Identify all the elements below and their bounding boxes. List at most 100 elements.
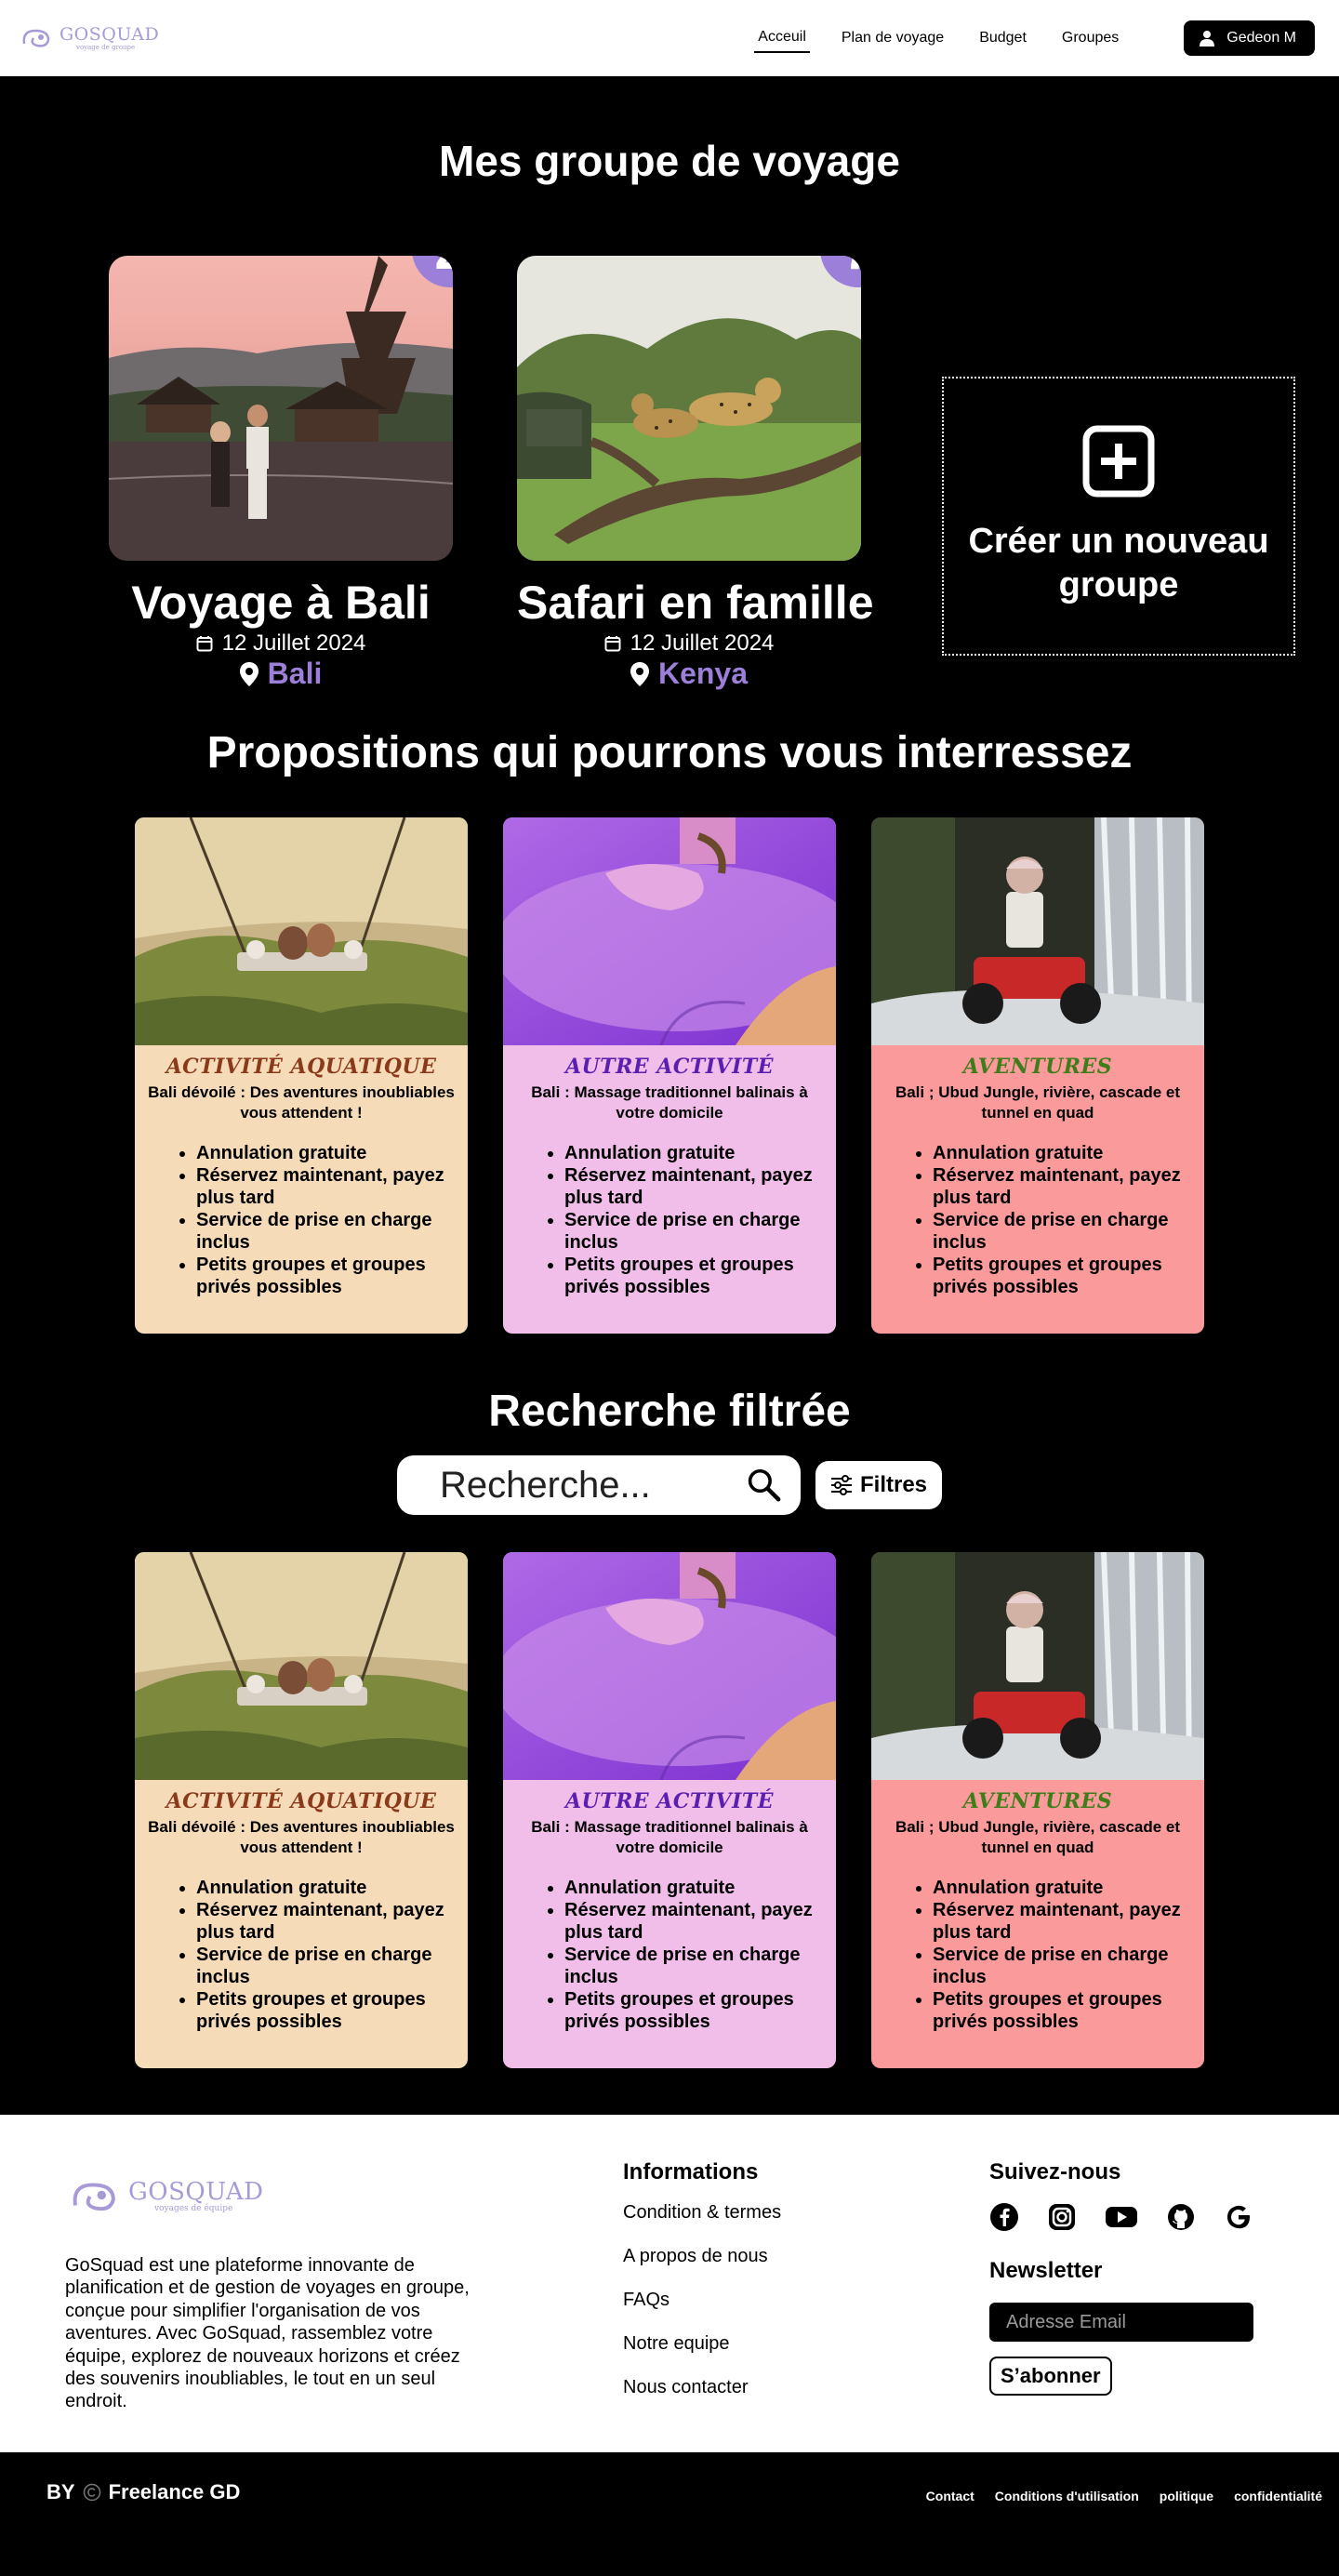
group-date-bali: 12 Juillet 2024 <box>109 631 453 657</box>
feature-item: Petits groupes et groupes privés possibl… <box>564 1988 823 2033</box>
proposal-card-other[interactable]: AUTRE ACTIVITÉ Bali : Massage traditionn… <box>503 817 836 1334</box>
feature-item: Service de prise en charge inclus <box>564 1944 823 1988</box>
feature-item: Réservez maintenant, payez plus tard <box>564 1164 823 1209</box>
feature-item: Annulation gratuite <box>933 1142 1191 1164</box>
subscribe-button[interactable]: S’abonner <box>989 2357 1112 2396</box>
user-name: Gedeon M <box>1226 30 1296 46</box>
group-name-bali: Voyage à Bali <box>131 577 431 629</box>
result-card-adventure[interactable]: AVENTURES Bali ; Ubud Jungle, rivière, c… <box>871 1552 1204 2068</box>
logo-tagline: voyage de groupe <box>76 43 136 51</box>
youtube-icon[interactable] <box>1105 2202 1138 2232</box>
github-icon[interactable] <box>1166 2202 1196 2232</box>
filters-button[interactable]: Filtres <box>815 1461 942 1509</box>
bottom-bar: BY Freelance GD Contact Conditions d'uti… <box>0 2452 1339 2531</box>
user-account-button[interactable]: Gedeon M <box>1184 20 1315 56</box>
proposal-category: AVENTURES <box>962 1055 1113 1079</box>
facebook-icon[interactable] <box>989 2202 1019 2232</box>
nav-links: Acceuil Plan de voyage Budget Groupes <box>754 23 1122 53</box>
footer-link-about[interactable]: A propos de nous <box>623 2246 781 2267</box>
legal-link-terms[interactable]: Conditions d'utilisation <box>995 2489 1139 2503</box>
credit-name: Freelance GD <box>108 2479 241 2503</box>
create-group-button[interactable]: Créer un nouveau groupe <box>942 377 1295 656</box>
proposal-features: Annulation gratuite Réservez maintenant,… <box>139 1142 464 1298</box>
nav-link-acceuil[interactable]: Acceuil <box>754 23 810 53</box>
group-location-bali: Bali <box>109 657 453 691</box>
feature-item: Service de prise en charge inclus <box>196 1209 455 1254</box>
search-icon[interactable] <box>747 1466 782 1505</box>
feature-item: Service de prise en charge inclus <box>933 1209 1191 1254</box>
result-image-massage <box>503 1552 836 1780</box>
result-card-other[interactable]: AUTRE ACTIVITÉ Bali : Massage traditionn… <box>503 1552 836 2068</box>
result-card-aquatic[interactable]: ACTIVITÉ AQUATIQUE Bali dévoilé : Des av… <box>135 1552 468 2068</box>
footer-follow-title: Suivez-nous <box>989 2159 1121 2184</box>
create-group-label: Créer un nouveau groupe <box>968 521 1269 605</box>
result-features: Annulation gratuite Réservez maintenant,… <box>507 1877 832 2033</box>
group-location-kenya: Kenya <box>517 657 861 691</box>
group-date-text: 12 Juillet 2024 <box>630 631 775 656</box>
group-location-text: Bali <box>267 657 323 690</box>
copyright-icon <box>83 2483 100 2501</box>
footer-info-column: Informations Condition & termes A propos… <box>623 2159 781 2421</box>
footer-link-faqs[interactable]: FAQs <box>623 2290 781 2311</box>
legal-link-policy[interactable]: politique <box>1160 2489 1213 2503</box>
result-features: Annulation gratuite Réservez maintenant,… <box>139 1877 464 2033</box>
footer-logo[interactable]: GOSQUAD voyages de équipe <box>69 2176 263 2217</box>
group-card-kenya[interactable]: 7 Safari en famille 12 Juillet 2024 Keny… <box>517 256 874 691</box>
feature-item: Réservez maintenant, payez plus tard <box>196 1164 455 1209</box>
proposal-card-aquatic[interactable]: ACTIVITÉ AQUATIQUE Bali dévoilé : Des av… <box>135 817 468 1334</box>
nav-link-plan-de-voyage[interactable]: Plan de voyage <box>838 24 948 52</box>
legal-link-privacy[interactable]: confidentialité <box>1234 2489 1322 2503</box>
feature-item: Réservez maintenant, payez plus tard <box>196 1899 455 1944</box>
result-image-swing <box>135 1552 468 1780</box>
credit: BY Freelance GD <box>46 2480 240 2504</box>
feature-item: Petits groupes et groupes privés possibl… <box>933 1988 1191 2033</box>
navbar: GOSQUAD voyage de groupe Acceuil Plan de… <box>0 0 1339 76</box>
filters-label: Filtres <box>859 1472 928 1497</box>
footer-link-contact[interactable]: Nous contacter <box>623 2377 781 2398</box>
groups-title: Mes groupe de voyage <box>439 137 900 185</box>
proposal-description: Bali dévoilé : Des aventures inoubliable… <box>148 1083 455 1122</box>
footer-link-conditions[interactable]: Condition & termes <box>623 2202 781 2224</box>
feature-item: Petits groupes et groupes privés possibl… <box>933 1254 1191 1298</box>
proposal-card-adventure[interactable]: AVENTURES Bali ; Ubud Jungle, rivière, c… <box>871 817 1204 1334</box>
footer-link-team[interactable]: Notre equipe <box>623 2333 781 2355</box>
footer-logo-name: GOSQUAD <box>128 2178 264 2206</box>
footer-about-text: GoSquad est une plateforme innovante de … <box>65 2255 470 2412</box>
feature-item: Annulation gratuite <box>564 1142 823 1164</box>
social-icons <box>989 2202 1253 2232</box>
logo-swirl-icon <box>73 2183 115 2211</box>
feature-item: Service de prise en charge inclus <box>933 1944 1191 1988</box>
calendar-icon <box>196 636 213 652</box>
search-input[interactable] <box>440 1464 748 1507</box>
proposal-image-quad <box>871 817 1204 1045</box>
search-title: Recherche filtrée <box>488 1387 851 1436</box>
proposal-features: Annulation gratuite Réservez maintenant,… <box>875 1142 1200 1298</box>
nav-link-budget[interactable]: Budget <box>975 24 1030 52</box>
search-box <box>397 1455 801 1515</box>
feature-item: Réservez maintenant, payez plus tard <box>564 1899 823 1944</box>
proposal-image-swing <box>135 817 468 1045</box>
proposal-category: ACTIVITÉ AQUATIQUE <box>166 1055 437 1079</box>
result-image-quad <box>871 1552 1204 1780</box>
result-category: AVENTURES <box>962 1789 1113 1813</box>
feature-item: Annulation gratuite <box>933 1877 1191 1899</box>
logo-name: GOSQUAD <box>60 23 160 45</box>
footer-social-column: Suivez-nous Newsletter S’abonner <box>989 2159 1253 2396</box>
group-image-bali: 2 <box>109 256 453 561</box>
instagram-icon[interactable] <box>1047 2202 1077 2232</box>
logo[interactable]: GOSQUAD voyage de groupe <box>20 25 159 51</box>
nav-link-groupes[interactable]: Groupes <box>1058 24 1122 52</box>
proposal-image-massage <box>503 817 836 1045</box>
result-description: Bali dévoilé : Des aventures inoubliable… <box>148 1818 455 1857</box>
google-icon[interactable] <box>1224 2202 1253 2232</box>
location-pin-icon <box>239 661 259 686</box>
legal-link-contact[interactable]: Contact <box>926 2489 974 2503</box>
feature-item: Service de prise en charge inclus <box>196 1944 455 1988</box>
group-card-bali[interactable]: 2 Voyage à Bali 12 Juillet 2024 Bali <box>109 256 453 691</box>
feature-item: Réservez maintenant, payez plus tard <box>933 1164 1191 1209</box>
logo-swirl-icon <box>22 29 50 47</box>
newsletter-email-input[interactable] <box>989 2303 1253 2342</box>
feature-item: Annulation gratuite <box>564 1877 823 1899</box>
search-results-cards: ACTIVITÉ AQUATIQUE Bali dévoilé : Des av… <box>0 1552 1339 2068</box>
result-description: Bali ; Ubud Jungle, rivière, cascade et … <box>895 1818 1181 1857</box>
